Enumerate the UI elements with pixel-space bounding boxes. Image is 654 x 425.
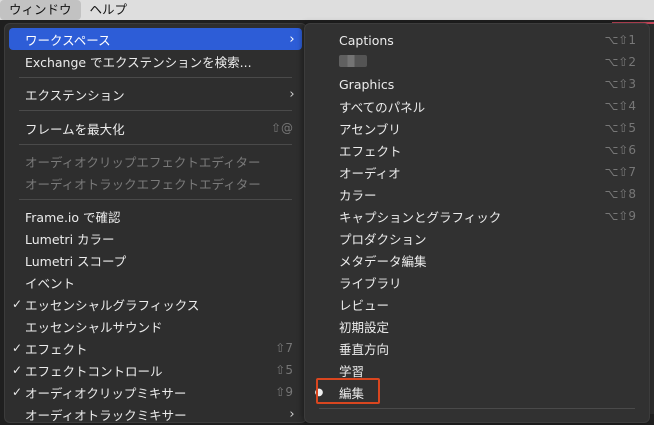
menu-item-label: オーディオトラックミキサー xyxy=(25,407,187,423)
menu-item-label: Lumetri カラー xyxy=(25,231,115,247)
workspace-item-label: Captions xyxy=(339,32,394,48)
menu-item-label: Lumetri スコープ xyxy=(25,253,127,269)
menu-item-label: イベント xyxy=(25,275,76,291)
menu-item-effects[interactable]: ✓ エフェクト ⇧7 xyxy=(9,337,302,359)
workspace-item-defaults[interactable]: 初期設定 xyxy=(309,315,645,337)
menu-item-label: オーディオトラックエフェクトエディター xyxy=(25,176,261,192)
menu-item-shortcut: ⇧5 xyxy=(275,363,293,377)
workspace-item-label: キャプションとグラフィック xyxy=(339,209,502,225)
menu-item-label: フレームを最大化 xyxy=(25,121,125,137)
menu-item-shortcut: ⇧9 xyxy=(275,385,293,399)
workspace-item-shortcut: ⌥⇧8 xyxy=(604,187,636,201)
workspace-item-audio[interactable]: オーディオ ⌥⇧7 xyxy=(309,161,645,183)
menu-item-label: エクステンション xyxy=(25,87,125,103)
menu-separator xyxy=(19,199,292,200)
menu-item-label: エッセンシャルサウンド xyxy=(25,319,163,335)
workspace-item-effects[interactable]: エフェクト ⌥⇧6 xyxy=(309,139,645,161)
workspace-item-captions[interactable]: Captions ⌥⇧1 xyxy=(309,29,645,51)
workspace-item-label: 学習 xyxy=(339,363,365,379)
workspace-item-label: アセンブリ xyxy=(339,121,401,137)
workspace-item-vertical[interactable]: 垂直方向 xyxy=(309,337,645,359)
workspace-item-production[interactable]: プロダクション xyxy=(309,227,645,249)
workspace-item-review[interactable]: レビュー xyxy=(309,293,645,315)
workspace-item-shortcut: ⌥⇧9 xyxy=(604,209,636,223)
menu-item-label: ワークスペース xyxy=(25,32,111,48)
window-menu: ワークスペース › Exchange でエクステンションを検索... エクステン… xyxy=(4,23,307,423)
workspace-item-label: プロダクション xyxy=(339,231,427,247)
workspace-item-label: カラー xyxy=(339,187,377,203)
workspace-item-shortcut: ⌥⇧7 xyxy=(604,165,636,179)
workspace-item-shortcut: ⌥⇧2 xyxy=(604,55,636,69)
workspace-item-shortcut: ⌥⇧3 xyxy=(604,77,636,91)
workspace-item-metadata-editing[interactable]: メタデータ編集 xyxy=(309,249,645,271)
menu-item-frameio-review[interactable]: Frame.io で確認 xyxy=(9,205,302,227)
menu-item-extensions[interactable]: エクステンション › xyxy=(9,83,302,105)
menu-item-label: エフェクト xyxy=(25,341,88,357)
workspace-item-label: すべてのパネル xyxy=(339,99,426,115)
workspace-item-libraries[interactable]: ライブラリ xyxy=(309,271,645,293)
workspace-item-shortcut: ⌥⇧6 xyxy=(604,143,636,157)
menubar-window[interactable]: ウィンドウ xyxy=(0,0,81,20)
menu-item-label: オーディオクリップエフェクトエディター xyxy=(25,154,261,170)
menu-item-audio-track-effect-editor: オーディオトラックエフェクトエディター xyxy=(9,172,302,194)
checkmark-icon: ✓ xyxy=(11,297,23,311)
workspace-item-all-panels[interactable]: すべてのパネル ⌥⇧4 xyxy=(309,95,645,117)
checkmark-icon: ✓ xyxy=(11,341,23,355)
menu-item-exchange[interactable]: Exchange でエクステンションを検索... xyxy=(9,50,302,72)
checkmark-icon: ✓ xyxy=(11,363,23,377)
workspace-item-captions-graphics[interactable]: キャプションとグラフィック ⌥⇧9 xyxy=(309,205,645,227)
menu-bar: ウィンドウ ヘルプ xyxy=(0,0,654,20)
chevron-right-icon: › xyxy=(289,31,295,47)
workspace-item-label: オーディオ xyxy=(339,165,401,181)
chevron-right-icon: › xyxy=(289,406,295,422)
menu-item-workspace[interactable]: ワークスペース › xyxy=(9,28,302,50)
menu-item-lumetri-color[interactable]: Lumetri カラー xyxy=(9,227,302,249)
menu-item-lumetri-scopes[interactable]: Lumetri スコープ xyxy=(9,249,302,271)
workspace-item-color[interactable]: カラー ⌥⇧8 xyxy=(309,183,645,205)
workspace-item-label: Graphics xyxy=(339,76,395,92)
menu-item-essential-sound[interactable]: エッセンシャルサウンド xyxy=(9,315,302,337)
menu-item-effect-controls[interactable]: ✓ エフェクトコントロール ⇧5 xyxy=(9,359,302,381)
workspace-item-shortcut: ⌥⇧1 xyxy=(604,33,636,47)
menu-item-audio-clip-mixer[interactable]: ✓ オーディオクリップミキサー ⇧9 xyxy=(9,381,302,403)
menu-item-label: エフェクトコントロール xyxy=(25,363,163,379)
menu-item-audio-clip-effect-editor: オーディオクリップエフェクトエディター xyxy=(9,150,302,172)
workspace-item-label xyxy=(329,54,604,70)
workspace-item-label: 初期設定 xyxy=(339,319,390,335)
menu-separator xyxy=(19,144,292,145)
workspace-item-shortcut: ⌥⇧5 xyxy=(604,121,636,135)
workspace-item-label: レビュー xyxy=(339,297,390,313)
workspace-item-graphics[interactable]: Graphics ⌥⇧3 xyxy=(309,73,645,95)
workspace-item-redacted[interactable]: ⌥⇧2 xyxy=(309,51,645,73)
workspace-item-label: 垂直方向 xyxy=(339,341,390,357)
chevron-right-icon: › xyxy=(289,86,295,102)
workspace-item-label: エフェクト xyxy=(339,143,402,159)
menubar-help[interactable]: ヘルプ xyxy=(81,0,137,20)
redacted-text-blur xyxy=(339,54,367,67)
workspace-item-shortcut: ⌥⇧4 xyxy=(604,99,636,113)
workspace-item-label: メタデータ編集 xyxy=(339,253,427,269)
annotation-highlight-box xyxy=(316,378,380,404)
menu-item-maximize-frame[interactable]: フレームを最大化 ⇧@ xyxy=(9,117,302,139)
menu-item-shortcut: ⇧@ xyxy=(270,121,293,135)
menu-item-essential-graphics[interactable]: ✓ エッセンシャルグラフィックス xyxy=(9,293,302,315)
menu-separator xyxy=(319,408,635,409)
menu-separator xyxy=(19,77,292,78)
workspace-item-assembly[interactable]: アセンブリ ⌥⇧5 xyxy=(309,117,645,139)
workspace-submenu: Captions ⌥⇧1 ⌥⇧2 Graphics ⌥⇧3 すべてのパネル ⌥⇧… xyxy=(304,23,650,423)
menu-item-audio-track-mixer[interactable]: オーディオトラックミキサー › xyxy=(9,403,302,425)
menu-item-events[interactable]: イベント xyxy=(9,271,302,293)
menu-separator xyxy=(19,110,292,111)
checkmark-icon: ✓ xyxy=(11,385,23,399)
workspace-item-label: ライブラリ xyxy=(339,275,402,291)
menu-item-label: Exchange でエクステンションを検索... xyxy=(25,54,252,70)
menu-item-label: Frame.io で確認 xyxy=(25,209,121,225)
menu-item-label: オーディオクリップミキサー xyxy=(25,385,187,401)
menu-item-shortcut: ⇧7 xyxy=(275,341,293,355)
menu-item-label: エッセンシャルグラフィックス xyxy=(25,297,200,313)
